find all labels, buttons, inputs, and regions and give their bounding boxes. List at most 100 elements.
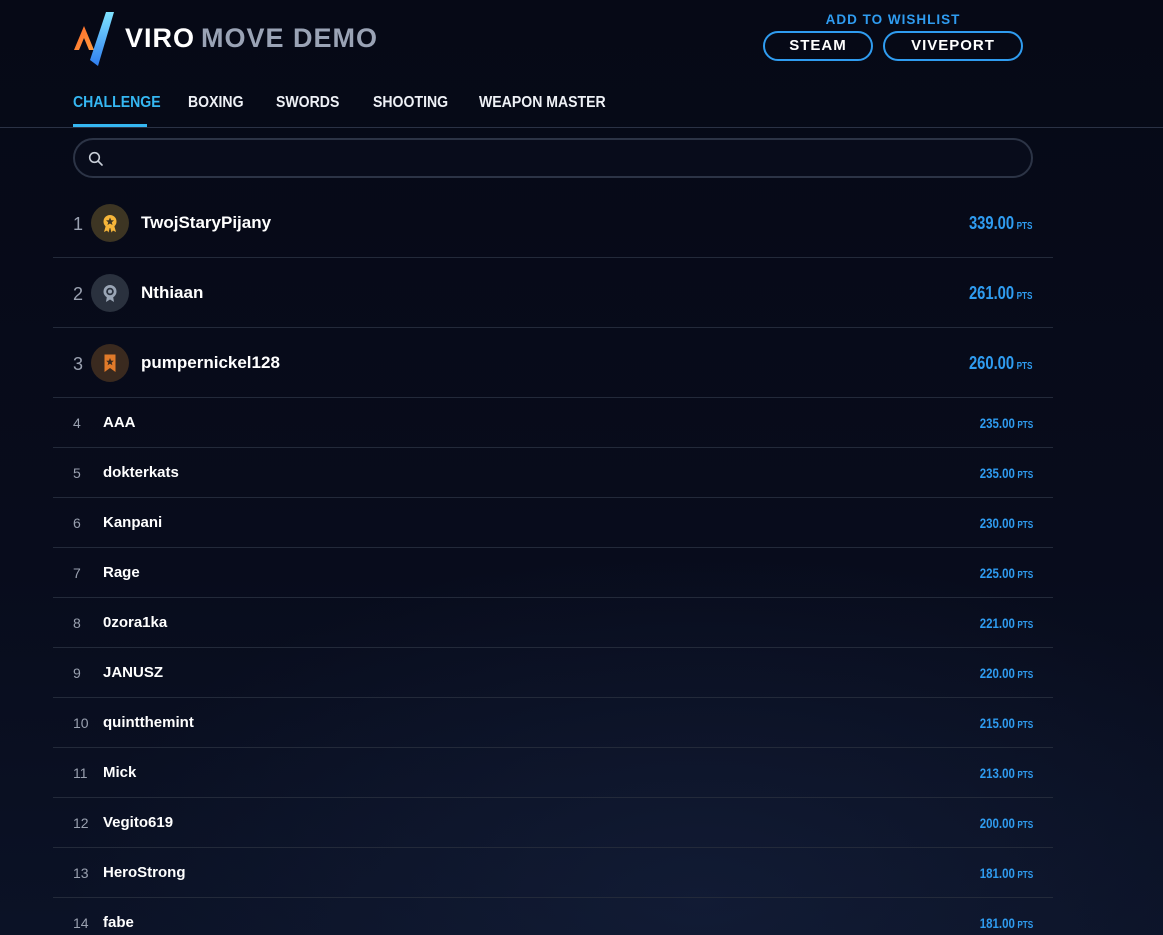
- score-value: 215.00: [979, 715, 1015, 731]
- brand-primary: VIRO: [125, 23, 196, 53]
- score-value: 339.00: [969, 213, 1015, 233]
- pts-label: PTS: [1017, 920, 1033, 931]
- player-name: JANUSZ: [103, 664, 164, 681]
- bronze-medal-icon: [91, 344, 129, 382]
- leaderboard-row[interactable]: 3 pumpernickel128 260.00 PTS: [53, 328, 1053, 398]
- pts-label: PTS: [1017, 221, 1033, 232]
- tab-swords[interactable]: SWORDS: [276, 94, 339, 112]
- player-score: 215.00 PTS: [979, 715, 1033, 731]
- player-name: Mick: [103, 764, 137, 781]
- player-score: 339.00 PTS: [969, 213, 1033, 234]
- leaderboard-row[interactable]: 8 0zora1ka 221.00 PTS: [53, 598, 1053, 648]
- tab-boxing[interactable]: BOXING: [188, 94, 244, 112]
- add-to-wishlist-label: ADD TO WISHLIST: [825, 12, 961, 27]
- rank-number: 7: [73, 565, 81, 581]
- player-name: Kanpani: [103, 514, 163, 531]
- score-value: 235.00: [979, 415, 1015, 431]
- pts-label: PTS: [1017, 291, 1033, 302]
- score-value: 181.00: [979, 865, 1015, 881]
- leaderboard-row[interactable]: 11 Mick 213.00 PTS: [53, 748, 1053, 798]
- rank-number: 3: [73, 354, 84, 374]
- leaderboard-row[interactable]: 4 AAA 235.00 PTS: [53, 398, 1053, 448]
- leaderboard-row[interactable]: 13 HeroStrong 181.00 PTS: [53, 848, 1053, 898]
- leaderboard-row[interactable]: 14 fabe 181.00 PTS: [53, 898, 1053, 935]
- score-value: 225.00: [979, 565, 1015, 581]
- tab-weapon-master[interactable]: WEAPON MASTER: [479, 94, 606, 112]
- score-value: 221.00: [979, 615, 1015, 631]
- steam-button[interactable]: STEAM: [763, 31, 873, 61]
- player-name: fabe: [103, 914, 134, 931]
- rank-number: 8: [73, 615, 81, 631]
- score-value: 200.00: [979, 815, 1015, 831]
- leaderboard-row[interactable]: 6 Kanpani 230.00 PTS: [53, 498, 1053, 548]
- player-score: 235.00 PTS: [979, 465, 1033, 481]
- rank-number: 13: [73, 865, 89, 881]
- search-icon: [88, 151, 103, 166]
- leaderboard-row[interactable]: 10 quintthemint 215.00 PTS: [53, 698, 1053, 748]
- score-value: 213.00: [979, 765, 1015, 781]
- leaderboard-row[interactable]: 12 Vegito619 200.00 PTS: [53, 798, 1053, 848]
- player-name: TwojStaryPijany: [141, 213, 272, 232]
- player-name: 0zora1ka: [103, 614, 168, 631]
- player-score: 260.00 PTS: [969, 353, 1033, 374]
- pts-label: PTS: [1017, 570, 1033, 581]
- mode-tabs: CHALLENGE BOXING SWORDS SHOOTING WEAPON …: [0, 80, 1163, 128]
- rank-number: 10: [73, 715, 89, 731]
- search-input[interactable]: [113, 144, 1017, 174]
- leaderboard: 1 TwojStaryPijany 339.00 PTS 2 Nthiaan 26…: [53, 188, 1053, 935]
- rank-number: 14: [73, 915, 89, 931]
- site-header: VIRO MOVE DEMO ADD TO WISHLIST STEAM VIVE…: [0, 0, 1163, 80]
- rank-number: 9: [73, 665, 81, 681]
- search-bar[interactable]: [73, 138, 1033, 178]
- player-name: AAA: [103, 414, 136, 431]
- player-name: HeroStrong: [103, 864, 186, 881]
- pts-label: PTS: [1017, 670, 1033, 681]
- rank-number: 6: [73, 515, 81, 531]
- leaderboard-row[interactable]: 2 Nthiaan 261.00 PTS: [53, 258, 1053, 328]
- score-value: 260.00: [969, 353, 1015, 373]
- tab-challenge[interactable]: CHALLENGE: [73, 94, 161, 112]
- tab-shooting[interactable]: SHOOTING: [373, 94, 448, 112]
- rank-number: 12: [73, 815, 89, 831]
- player-name: Rage: [103, 564, 140, 581]
- pts-label: PTS: [1017, 520, 1033, 531]
- player-score: 213.00 PTS: [979, 765, 1033, 781]
- player-score: 225.00 PTS: [979, 565, 1033, 581]
- rank-number: 11: [73, 765, 88, 781]
- player-name: quintthemint: [103, 714, 194, 731]
- leaderboard-row[interactable]: 1 TwojStaryPijany 339.00 PTS: [53, 188, 1053, 258]
- score-value: 261.00: [969, 283, 1015, 303]
- pts-label: PTS: [1017, 770, 1033, 781]
- leaderboard-row[interactable]: 5 dokterkats 235.00 PTS: [53, 448, 1053, 498]
- pts-label: PTS: [1017, 720, 1033, 731]
- player-score: 230.00 PTS: [979, 515, 1033, 531]
- leaderboard-row[interactable]: 9 JANUSZ 220.00 PTS: [53, 648, 1053, 698]
- pts-label: PTS: [1017, 870, 1033, 881]
- player-name: Vegito619: [103, 814, 174, 831]
- brand-secondary: MOVE DEMO: [201, 23, 379, 53]
- score-value: 181.00: [979, 915, 1015, 931]
- brand-title[interactable]: VIRO MOVE DEMO: [125, 23, 378, 54]
- pts-label: PTS: [1017, 620, 1033, 631]
- viveport-button[interactable]: VIVEPORT: [883, 31, 1023, 61]
- leaderboard-row[interactable]: 7 Rage 225.00 PTS: [53, 548, 1053, 598]
- rank-number: 5: [73, 465, 81, 481]
- active-tab-indicator: [73, 124, 147, 127]
- player-score: 181.00 PTS: [979, 865, 1033, 881]
- pts-label: PTS: [1017, 420, 1033, 431]
- pts-label: PTS: [1017, 361, 1033, 372]
- player-name: pumpernickel128: [141, 353, 280, 372]
- rank-number: 2: [73, 284, 84, 304]
- player-score: 220.00 PTS: [979, 665, 1033, 681]
- player-score: 235.00 PTS: [979, 415, 1033, 431]
- score-value: 230.00: [979, 515, 1015, 531]
- silver-medal-icon: [91, 274, 129, 312]
- player-score: 261.00 PTS: [969, 283, 1033, 304]
- pts-label: PTS: [1017, 820, 1033, 831]
- score-value: 220.00: [979, 665, 1015, 681]
- player-name: dokterkats: [103, 464, 179, 481]
- player-score: 181.00 PTS: [979, 915, 1033, 931]
- gold-medal-icon: [91, 204, 129, 242]
- viro-logo-icon[interactable]: [72, 10, 118, 68]
- player-score: 221.00 PTS: [979, 615, 1033, 631]
